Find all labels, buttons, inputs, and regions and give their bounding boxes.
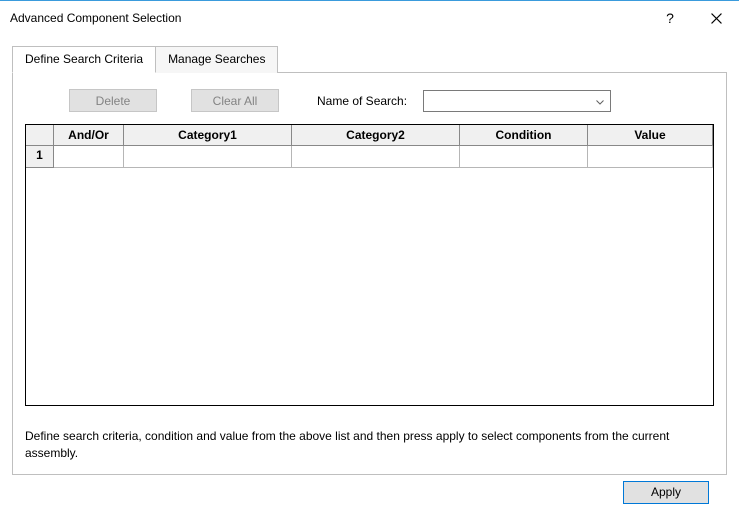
toolbar: Delete Clear All Name of Search: [25, 89, 714, 112]
col-header-value[interactable]: Value [588, 125, 713, 146]
delete-button[interactable]: Delete [69, 89, 157, 112]
tab-manage-searches[interactable]: Manage Searches [155, 46, 278, 73]
name-of-search-label: Name of Search: [317, 94, 407, 108]
close-icon [711, 13, 722, 24]
cell-category2[interactable] [292, 146, 460, 168]
titlebar: Advanced Component Selection ? [0, 1, 739, 35]
tab-strip: Define Search Criteria Manage Searches [12, 45, 727, 72]
apply-button[interactable]: Apply [623, 481, 709, 504]
clear-all-button[interactable]: Clear All [191, 89, 279, 112]
col-header-andor[interactable]: And/Or [54, 125, 124, 146]
col-header-rownum [26, 125, 54, 146]
window-title: Advanced Component Selection [10, 11, 647, 25]
row-number-cell[interactable]: 1 [26, 146, 54, 168]
tab-define-search[interactable]: Define Search Criteria [12, 46, 156, 73]
tab-panel: Delete Clear All Name of Search: And/Or … [12, 72, 727, 475]
table-row: 1 [26, 146, 713, 168]
close-button[interactable] [693, 3, 739, 33]
col-header-category1[interactable]: Category1 [124, 125, 292, 146]
cell-andor[interactable] [54, 146, 124, 168]
footer: Apply [12, 475, 727, 504]
help-button[interactable]: ? [647, 3, 693, 33]
hint-text: Define search criteria, condition and va… [25, 428, 714, 462]
cell-value[interactable] [588, 146, 713, 168]
chevron-down-icon [596, 94, 604, 108]
name-of-search-combo[interactable] [423, 90, 611, 112]
grid-header: And/Or Category1 Category2 Condition Val… [26, 125, 713, 146]
help-icon: ? [666, 10, 674, 26]
col-header-category2[interactable]: Category2 [292, 125, 460, 146]
criteria-grid: And/Or Category1 Category2 Condition Val… [25, 124, 714, 406]
col-header-condition[interactable]: Condition [460, 125, 588, 146]
content-area: Define Search Criteria Manage Searches D… [0, 35, 739, 512]
cell-condition[interactable] [460, 146, 588, 168]
cell-category1[interactable] [124, 146, 292, 168]
